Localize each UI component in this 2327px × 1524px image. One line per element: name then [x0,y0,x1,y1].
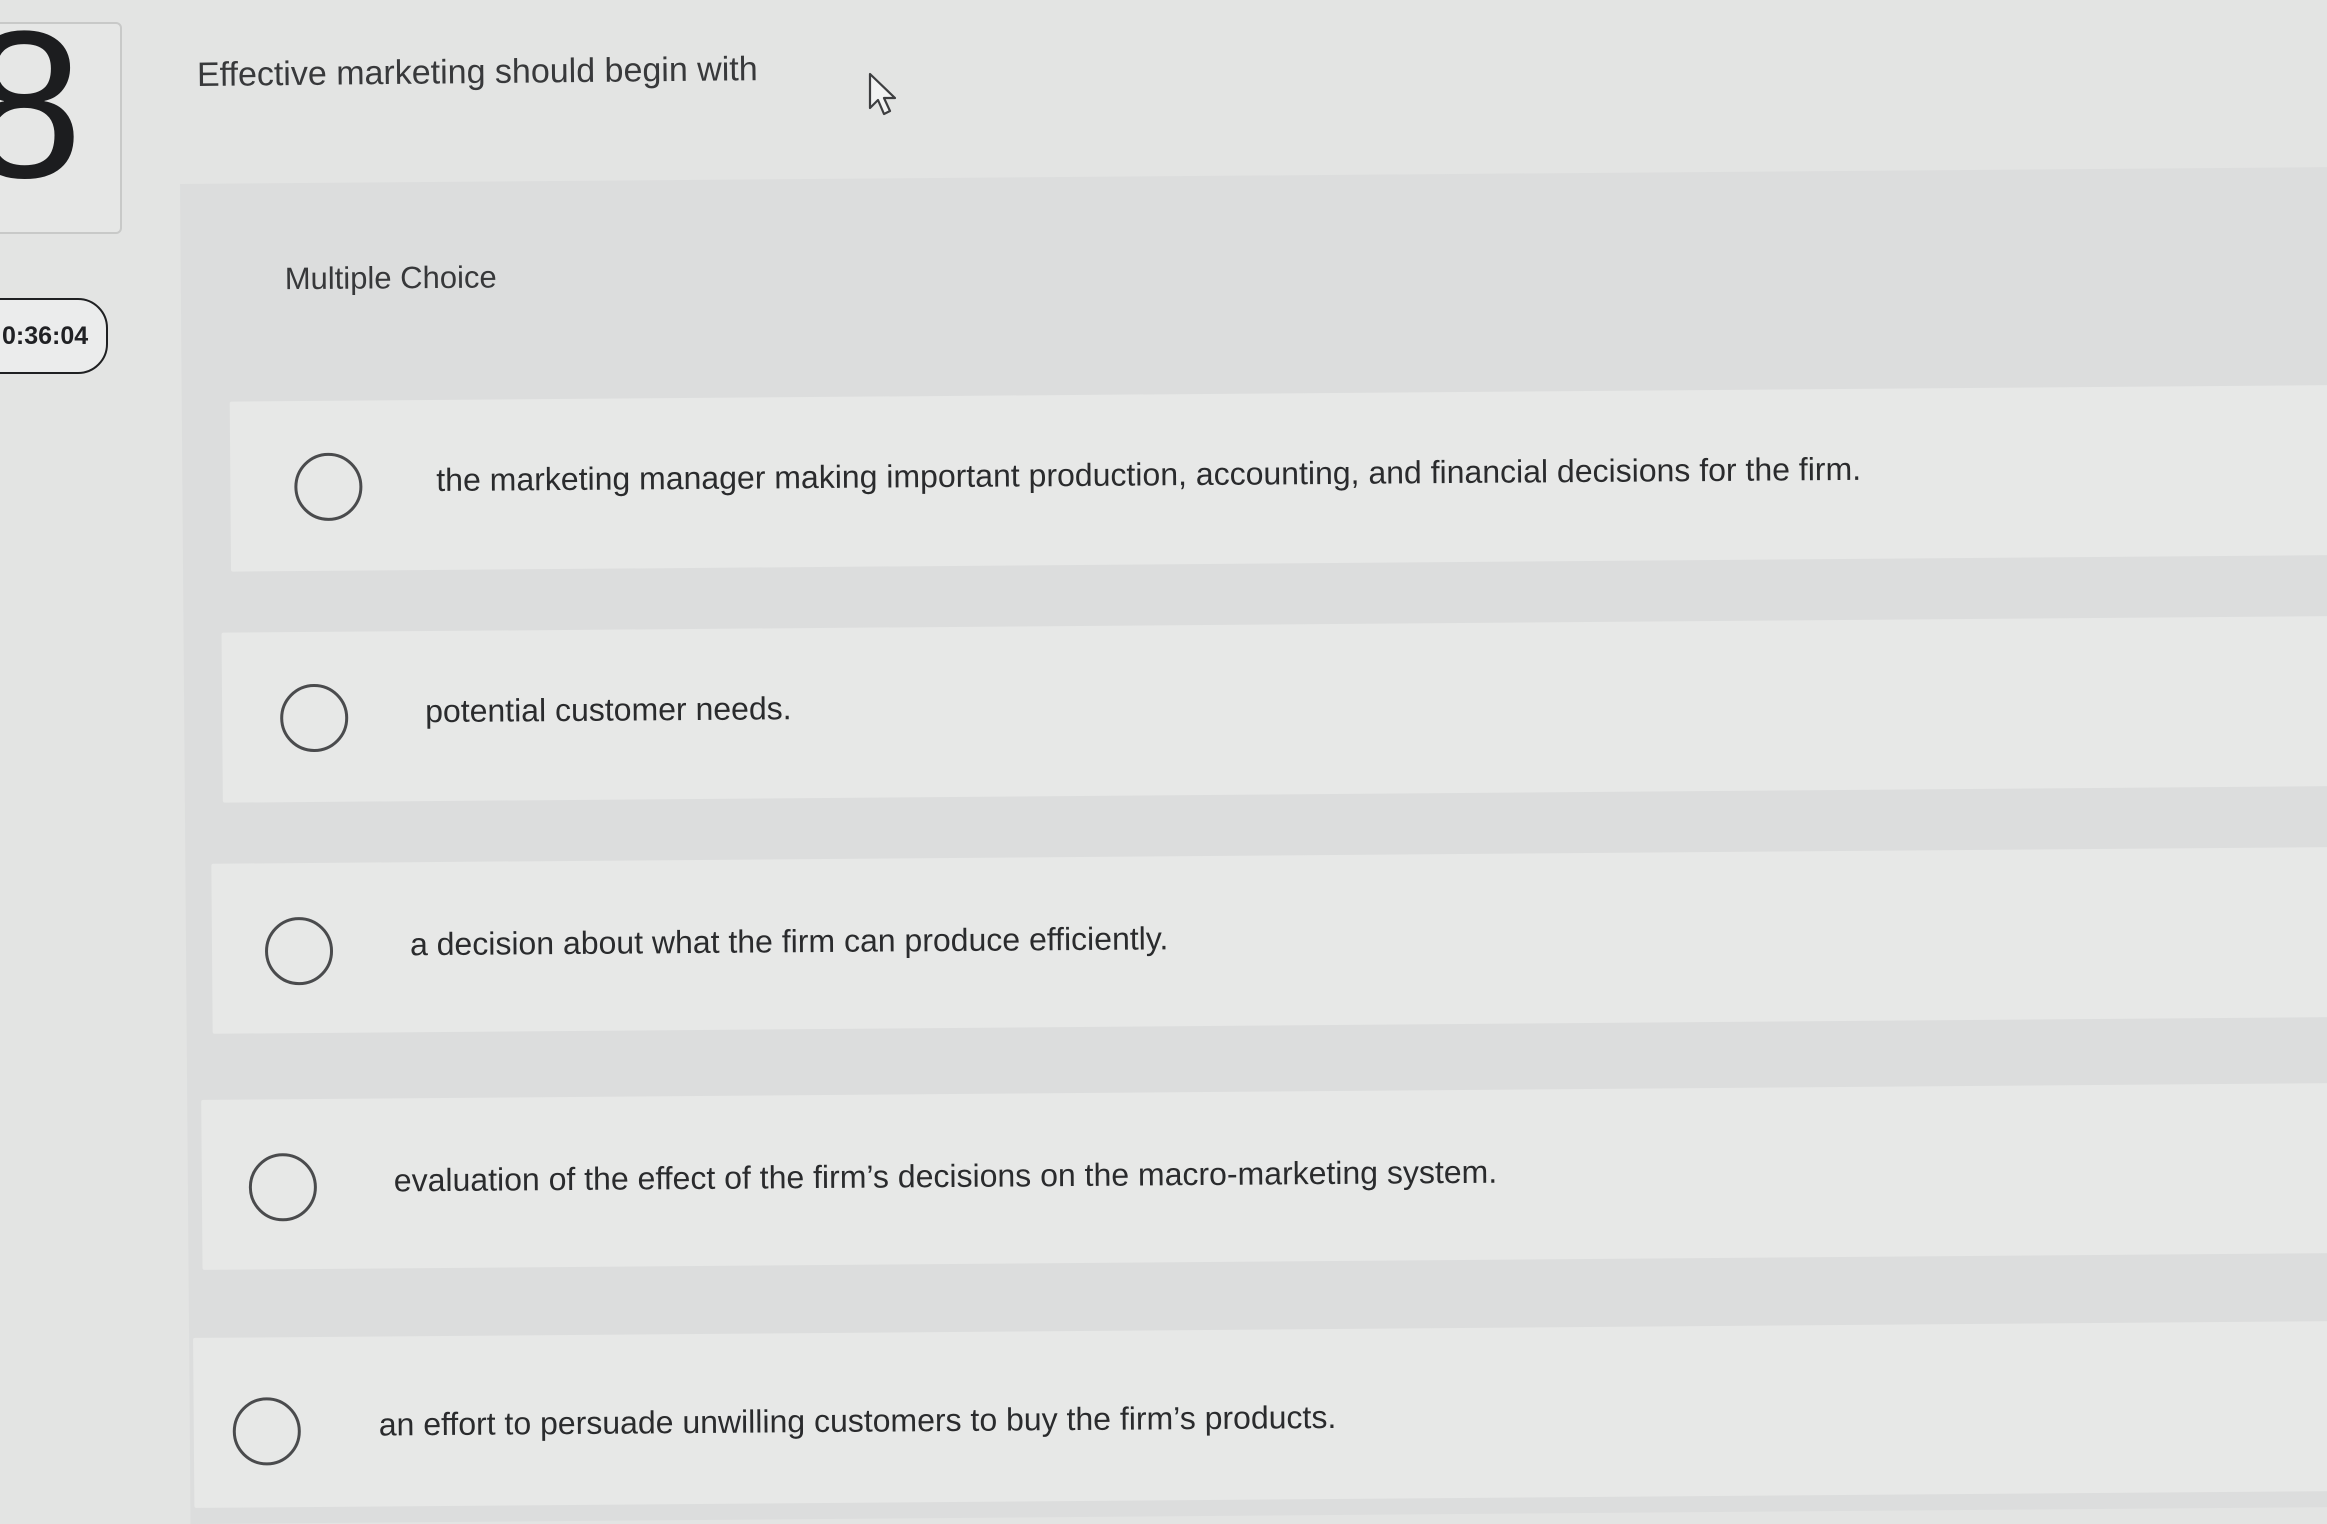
question-panel: Multiple Choice the marketing manager ma… [180,167,2327,1524]
question-type-label: Multiple Choice [284,259,497,297]
answer-choice-3[interactable]: a decision about what the firm can produ… [211,847,2327,1034]
radio-button-2[interactable] [279,683,349,753]
radio-button-1[interactable] [294,452,363,522]
timer-badge: 0:36:04 [0,298,108,374]
answer-choice-label: the marketing manager making important p… [436,450,1862,498]
answer-choice-label: potential customer needs. [425,690,792,730]
answer-choice-4[interactable]: evaluation of the effect of the firm’s d… [201,1083,2327,1270]
answer-choice-label: an effort to persuade unwilling customer… [378,1398,1337,1443]
question-number-box: 8 [0,22,122,234]
mouse-pointer-icon [868,72,897,116]
answer-choice-2[interactable]: potential customer needs. [221,616,2327,803]
radio-button-3[interactable] [264,916,334,986]
answer-choice-1[interactable]: the marketing manager making important p… [229,385,2327,572]
question-number: 8 [0,24,83,210]
question-prompt: Effective marketing should begin with [196,50,758,94]
radio-button-4[interactable] [248,1152,318,1222]
answer-choice-5[interactable]: an effort to persuade unwilling customer… [193,1321,2327,1508]
answer-choice-label: evaluation of the effect of the firm’s d… [393,1153,1498,1199]
radio-button-5[interactable] [232,1397,302,1466]
answer-choice-label: a decision about what the firm can produ… [409,920,1169,963]
